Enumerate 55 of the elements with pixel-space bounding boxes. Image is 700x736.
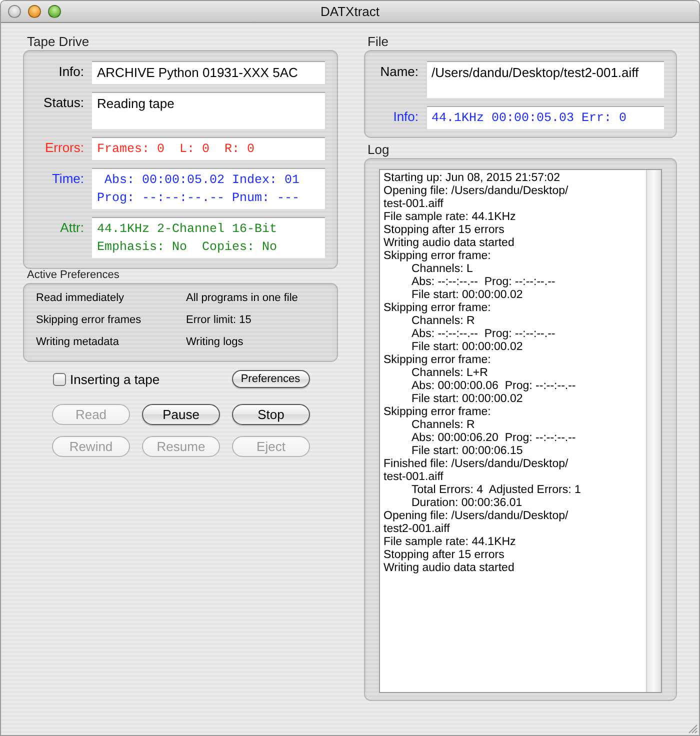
log-line: File sample rate: 44.1KHz (384, 211, 517, 224)
group-title: File (366, 33, 388, 50)
field-label: Errors: (44, 139, 84, 155)
log-line: File start: 00:00:00.02 (410, 341, 524, 354)
log-line: Opening file: /Users/dandu/Desktop/ test-001.aiff (384, 185, 570, 211)
log-line: Channels: L (410, 263, 474, 276)
checkbox-label: Inserting a tape (70, 372, 160, 386)
log-line: Opening file: /Users/dandu/Desktop/ test2-001.aiff (384, 510, 570, 536)
log-line: Abs: 00:00:06.20 Prog: --:--:--.-- (410, 432, 577, 445)
field-label: Name: (379, 63, 418, 79)
log-line: File sample rate: 44.1KHz (384, 536, 517, 549)
log-line: File start: 00:00:06.15 (410, 445, 524, 458)
push-button[interactable]: Preferences (232, 370, 310, 388)
push-button[interactable]: Stop (232, 404, 310, 425)
group-title: Active Preferences (26, 268, 120, 283)
preference-item: Read immediately (36, 291, 126, 305)
log-line: Total Errors: 4 Adjusted Errors: 1 (410, 484, 582, 497)
preference-item: Writing logs (186, 335, 244, 349)
log-line: Skipping error frame: (384, 406, 492, 419)
field-label: Time: (50, 170, 84, 186)
checkbox[interactable] (53, 372, 66, 386)
group-title: Tape Drive (26, 33, 90, 50)
log-line: Skipping error frame: (384, 354, 492, 367)
field-label: Status: (42, 94, 84, 110)
push-button[interactable]: Pause (142, 404, 220, 425)
preference-item: Skipping error frames (36, 313, 142, 327)
field-label: Info: (58, 63, 84, 79)
log-line: Channels: R (410, 419, 476, 432)
log-line: Writing audio data started (384, 237, 516, 250)
field-label: Info: (392, 108, 418, 124)
log-line: Starting up: Jun 08, 2015 21:57:02 (384, 172, 561, 185)
preference-item: Writing metadata (36, 335, 120, 349)
log-line: Skipping error frame: (384, 302, 492, 315)
close-button[interactable] (8, 5, 21, 18)
log-line: Writing audio data started (384, 562, 516, 575)
log-line: Stopping after 15 errors (384, 224, 506, 237)
log-line: Skipping error frame: (384, 250, 492, 263)
log-line: Stopping after 15 errors (384, 549, 506, 562)
minimize-button[interactable] (28, 5, 41, 18)
log-line: File start: 00:00:00.02 (410, 289, 524, 302)
log-line: Finished file: /Users/dandu/Desktop/ test-001.aiff (384, 458, 570, 484)
preference-item: All programs in one file (186, 291, 299, 305)
preference-item: Error limit: 15 (186, 313, 252, 327)
log-line: Channels: R (410, 315, 476, 328)
zoom-button[interactable] (48, 5, 61, 18)
window-title: DATXtract (320, 4, 380, 19)
log-line: Channels: L+R (410, 367, 489, 380)
log-line: File start: 00:00:00.02 (410, 393, 524, 406)
field-label: Attr: (59, 219, 84, 235)
log-line: Duration: 00:00:36.01 (410, 497, 524, 510)
log-line: Abs: --:--:--.-- Prog: --:--:--.-- (410, 328, 556, 341)
group-title: Log (366, 141, 390, 158)
log-line: Abs: --:--:--.-- Prog: --:--:--.-- (410, 276, 556, 289)
resize-grip-icon[interactable] (686, 722, 698, 734)
log-line: Abs: 00:00:00.06 Prog: --:--:--.-- (410, 380, 577, 393)
